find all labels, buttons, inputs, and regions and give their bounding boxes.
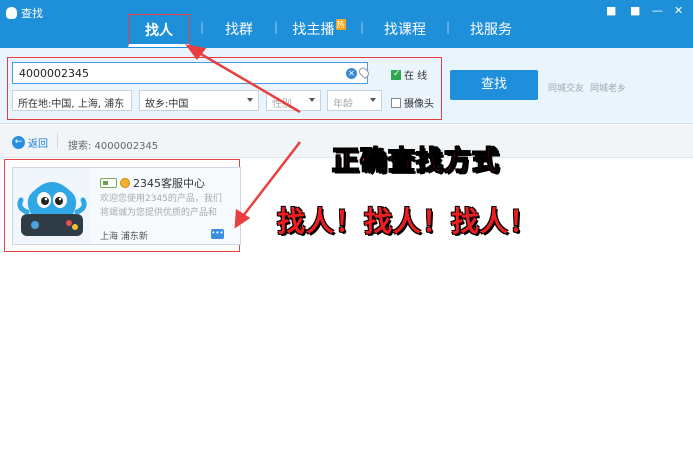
hometown-select[interactable]: 故乡:中国 [139, 90, 259, 111]
tab-label: 找群 [225, 22, 253, 38]
online-checkbox[interactable]: 在 线 [391, 67, 427, 82]
link-same-city-villagers[interactable]: 同城老乡 [590, 81, 626, 94]
minimize-icon[interactable]: — [652, 4, 663, 17]
result-description: 欢迎您使用2345的产品，我们将竭诚为您提供优质的产品和 [100, 194, 222, 218]
tab-label: 找人 [145, 23, 173, 39]
nav-tabs: 找人 | 找群 | 找主播热 | 找课程 | 找服务 [128, 14, 522, 47]
result-name[interactable]: 2345客服中心 [100, 175, 205, 191]
tab-divider: | [199, 20, 205, 34]
back-label: 返回 [28, 139, 48, 150]
tab-find-service[interactable]: 找服务 [460, 14, 522, 46]
member-card-icon [100, 178, 117, 188]
hometown-value: 故乡:中国 [145, 99, 189, 110]
back-button[interactable]: ← 返回 [12, 135, 48, 150]
skin-icon[interactable]: ■ [630, 4, 640, 17]
gender-select[interactable]: 性别 [266, 90, 321, 111]
clear-icon[interactable]: ✕ [346, 68, 357, 79]
keyword-input[interactable]: 4000002345 [12, 62, 368, 84]
chat-icon[interactable]: ••• [211, 229, 224, 239]
tab-divider: | [445, 20, 451, 34]
age-placeholder: 年龄 [333, 99, 353, 110]
result-location: 上海 浦东新 [100, 232, 148, 242]
medal-icon [120, 178, 130, 188]
window-title: 查找 [6, 5, 43, 21]
annotation-subtitle: 找人！找人！找人！ [277, 205, 539, 238]
link-same-city-friends[interactable]: 同城交友 [548, 81, 584, 94]
search-button[interactable]: 查找 [450, 70, 538, 100]
tab-divider: | [273, 20, 279, 34]
annotation-title: 正确查找方式 [332, 146, 500, 178]
age-select[interactable]: 年龄 [327, 90, 382, 111]
window-title-text: 查找 [21, 7, 43, 20]
checkbox-icon [391, 97, 401, 108]
chevron-down-icon [247, 98, 253, 102]
gender-placeholder: 性别 [272, 99, 292, 110]
chevron-down-icon [309, 98, 315, 102]
tab-find-group[interactable]: 找群 [214, 14, 264, 46]
hot-badge: 热 [335, 19, 346, 30]
online-label: 在 线 [404, 71, 428, 82]
tab-label: 找服务 [470, 22, 512, 38]
chevron-down-icon [370, 98, 376, 102]
octopus-mascot-icon [17, 182, 87, 236]
tab-divider: | [359, 20, 365, 34]
camera-label: 摄像头 [404, 99, 434, 110]
tab-find-people[interactable]: 找人 [128, 14, 190, 47]
location-select[interactable]: 所在地:中国, 上海, 浦东 [12, 90, 132, 111]
checkbox-checked-icon [391, 69, 401, 80]
tab-label: 找主播 [292, 22, 335, 38]
divider [57, 133, 58, 149]
feedback-icon[interactable]: ■ [606, 4, 616, 17]
tab-label: 找课程 [384, 22, 426, 38]
back-arrow-icon: ← [12, 136, 25, 149]
tab-find-course[interactable]: 找课程 [374, 14, 436, 46]
result-name-text: 2345客服中心 [133, 177, 205, 190]
location-value: 所在地:中国, 上海, 浦东 [18, 99, 125, 110]
qq-penguin-icon [6, 7, 17, 19]
camera-checkbox[interactable]: 摄像头 [391, 95, 434, 110]
tab-find-streamer[interactable]: 找主播热 [288, 14, 350, 46]
close-icon[interactable]: ✕ [674, 4, 683, 17]
search-summary: 搜索: 4000002345 [68, 141, 159, 152]
avatar[interactable] [13, 168, 91, 244]
